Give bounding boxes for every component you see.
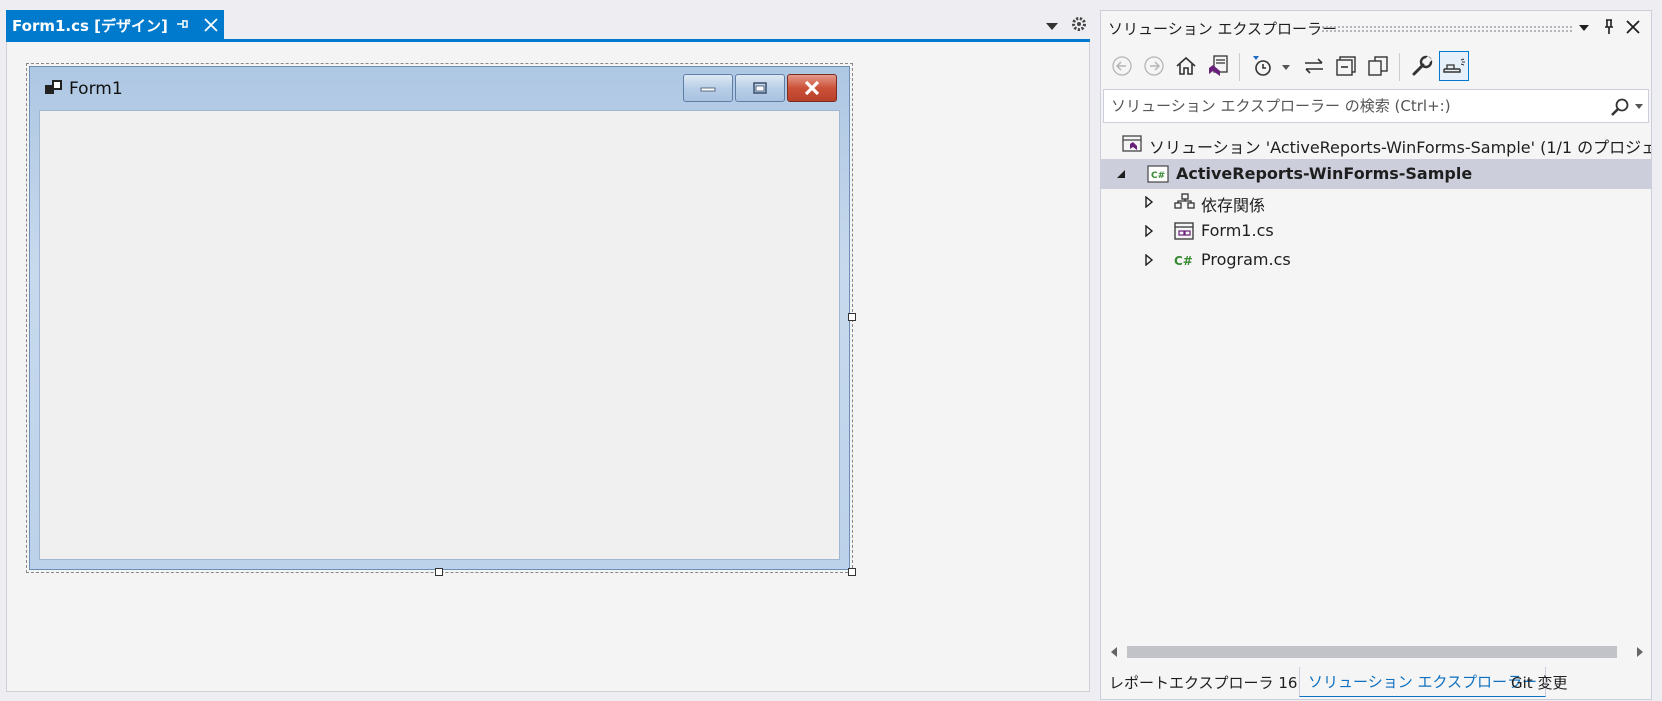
csharp-file-icon: C#	[1174, 254, 1193, 268]
solution-explorer-search-box[interactable]	[1103, 89, 1649, 123]
chevron-down-icon[interactable]	[1045, 20, 1059, 32]
search-icon[interactable]	[1610, 97, 1630, 117]
tool-window-tabs: レポートエクスプローラ 16.0J ソリューション エクスプローラー Git 変…	[1101, 665, 1651, 699]
form-window-icon	[45, 80, 62, 94]
sync-arrows-icon	[1305, 58, 1323, 74]
form-window[interactable]: Form1	[29, 66, 850, 570]
switch-views-button[interactable]	[1203, 51, 1233, 81]
sync-with-document-button[interactable]	[1299, 51, 1329, 81]
tree-label-solution: ソリューション 'ActiveReports-WinForms-Sample' …	[1149, 138, 1651, 157]
svg-text:C#: C#	[1151, 171, 1165, 181]
collapsed-arrow-icon[interactable]	[1143, 225, 1155, 237]
tree-row-solution[interactable]: ソリューション 'ActiveReports-WinForms-Sample' …	[1101, 129, 1651, 159]
tree-label-dependencies: 依存関係	[1201, 196, 1266, 215]
properties-button[interactable]	[1407, 51, 1437, 81]
visual-studio-icon	[1209, 55, 1228, 76]
resize-handle-bottom[interactable]	[435, 568, 443, 576]
tree-label-program: Program.cs	[1201, 250, 1291, 269]
collapse-all-button[interactable]	[1331, 51, 1361, 81]
maximize-icon	[753, 82, 767, 94]
document-tab[interactable]: Form1.cs [デザイン]	[6, 10, 224, 40]
close-icon[interactable]	[202, 16, 220, 34]
form-maximize-button[interactable]	[735, 74, 785, 102]
tab-label: レポートエクスプローラ 16.0J	[1109, 673, 1317, 692]
csharp-project-icon: C#	[1147, 165, 1169, 183]
collapsed-arrow-icon[interactable]	[1143, 254, 1155, 266]
preview-selected-button[interactable]	[1439, 51, 1469, 81]
tree-row-project[interactable]: C# ActiveReports-WinForms-Sample	[1101, 159, 1651, 189]
clock-filter-icon	[1253, 56, 1271, 76]
solution-explorer-toolbar	[1101, 47, 1651, 87]
toolbar-separator	[1399, 53, 1400, 81]
dependencies-icon	[1174, 193, 1195, 209]
home-button[interactable]	[1171, 51, 1201, 81]
tree-row-dependencies[interactable]: 依存関係	[1101, 187, 1651, 217]
toolbar-separator	[1239, 53, 1240, 81]
collapse-all-icon	[1336, 56, 1356, 76]
solution-explorer-title-bar[interactable]: ソリューション エクスプローラー	[1101, 11, 1651, 45]
chevron-down-icon[interactable]	[1577, 21, 1591, 35]
tree-label-project: ActiveReports-WinForms-Sample	[1176, 164, 1473, 183]
form-close-button[interactable]	[787, 74, 837, 102]
wrench-icon	[1412, 55, 1433, 76]
form-title: Form1	[69, 79, 123, 99]
pending-changes-filter-button[interactable]	[1247, 51, 1277, 81]
preview-icon	[1443, 58, 1465, 73]
tab-report-explorer[interactable]: レポートエクスプローラ 16.0J	[1101, 667, 1324, 697]
scroll-left-icon[interactable]	[1109, 646, 1119, 658]
tab-git-changes[interactable]: Git 変更	[1503, 667, 1575, 697]
back-button[interactable]	[1107, 51, 1137, 81]
search-input[interactable]	[1104, 90, 1604, 122]
document-tab-title: Form1.cs [デザイン]	[12, 16, 168, 35]
solution-explorer-title: ソリューション エクスプローラー	[1108, 20, 1338, 38]
resize-handle-bottom-right[interactable]	[848, 568, 856, 576]
tab-label: Git 変更	[1511, 673, 1568, 692]
scroll-right-icon[interactable]	[1635, 646, 1645, 658]
expanded-arrow-icon[interactable]	[1115, 168, 1127, 180]
form-file-icon	[1174, 222, 1194, 240]
horizontal-scrollbar[interactable]	[1101, 641, 1651, 663]
show-all-files-button[interactable]	[1363, 51, 1393, 81]
pin-icon[interactable]	[174, 16, 190, 32]
form-client-area[interactable]	[39, 110, 840, 560]
gear-icon[interactable]	[1070, 15, 1088, 33]
chevron-down-icon[interactable]	[1634, 102, 1644, 110]
resize-handle-right[interactable]	[848, 313, 856, 321]
collapsed-arrow-icon[interactable]	[1143, 196, 1155, 208]
minimize-icon	[700, 87, 716, 92]
tree-row-program[interactable]: C# Program.cs	[1101, 245, 1651, 275]
copy-files-icon	[1368, 56, 1388, 76]
tree-row-form1[interactable]: Form1.cs	[1101, 216, 1651, 246]
close-icon[interactable]	[1624, 18, 1642, 36]
forward-button[interactable]	[1139, 51, 1169, 81]
solution-explorer-pane: ソリューション エクスプローラー ソリューション エクスプローラー の検索 (C…	[1100, 10, 1652, 700]
form-minimize-button[interactable]	[683, 74, 733, 102]
arrow-right-icon	[1144, 56, 1164, 76]
arrow-left-icon	[1112, 56, 1132, 76]
home-icon	[1176, 56, 1196, 75]
designer-pane: Form1.cs [デザイン] Form1	[0, 0, 1098, 701]
solution-tree: ソリューション 'ActiveReports-WinForms-Sample' …	[1101, 127, 1651, 637]
svg-text:C#: C#	[1174, 254, 1193, 268]
pin-icon[interactable]	[1601, 18, 1617, 36]
chevron-down-icon[interactable]	[1281, 63, 1291, 71]
solution-icon	[1122, 135, 1142, 152]
title-bar-grip[interactable]	[1321, 25, 1574, 33]
close-icon	[804, 80, 820, 96]
tree-label-form1: Form1.cs	[1201, 221, 1274, 240]
scrollbar-thumb[interactable]	[1127, 646, 1617, 658]
